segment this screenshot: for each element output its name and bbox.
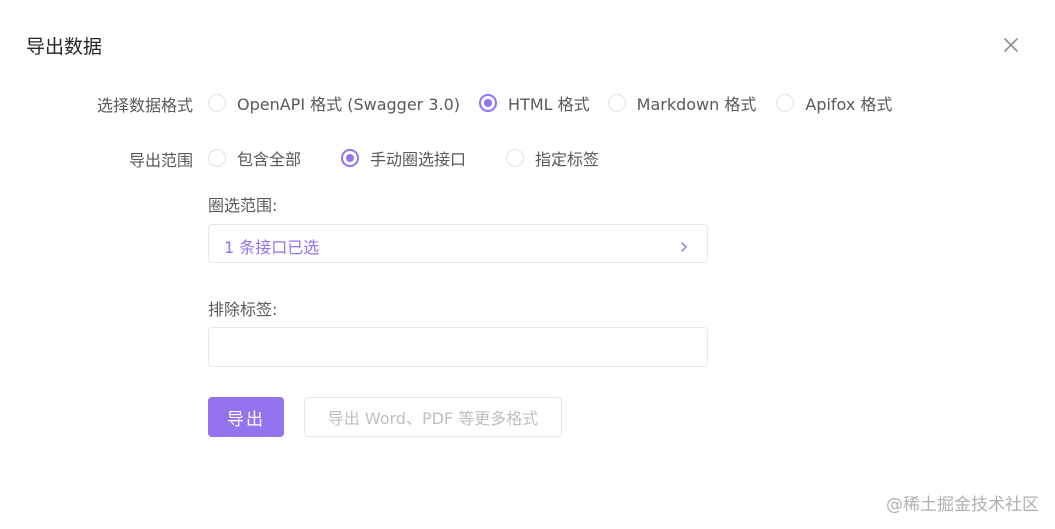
format-option-openapi[interactable]: OpenAPI 格式 (Swagger 3.0)	[208, 91, 460, 115]
format-label: 选择数据格式	[96, 96, 193, 115]
exclude-tags-input[interactable]	[208, 327, 708, 367]
selection-label: 圈选范围:	[208, 196, 278, 215]
selection-value: 1 条接口已选	[224, 238, 320, 257]
format-option-label: OpenAPI 格式 (Swagger 3.0)	[237, 95, 461, 114]
scope-option-label: 手动圈选接口	[370, 150, 467, 169]
export-data-dialog: 导出数据 选择数据格式 OpenAPI 格式 (Swagger 3.0) HTM…	[0, 0, 1055, 529]
dialog-title: 导出数据	[26, 36, 103, 58]
format-option-label: Markdown 格式	[636, 95, 757, 114]
radio-unchecked-icon	[208, 149, 226, 167]
scope-radio-group: 包含全部 手动圈选接口 指定标签	[208, 147, 599, 169]
export-button[interactable]: 导出	[208, 397, 284, 437]
scope-option-tags[interactable]: 指定标签	[506, 146, 599, 170]
watermark-text: @稀土掘金技术社区	[886, 495, 1039, 515]
radio-unchecked-icon	[506, 149, 525, 167]
format-option-label: Apifox 格式	[805, 95, 893, 114]
radio-checked-icon	[341, 149, 360, 167]
exclude-tags-label: 排除标签:	[208, 300, 278, 319]
format-option-apifox[interactable]: Apifox 格式	[776, 91, 892, 115]
radio-unchecked-icon	[607, 94, 626, 112]
format-option-label: HTML 格式	[508, 95, 590, 114]
radio-unchecked-icon	[776, 94, 795, 112]
scope-option-label: 指定标签	[535, 150, 600, 169]
radio-unchecked-icon	[208, 94, 226, 112]
format-option-html[interactable]: HTML 格式	[479, 91, 590, 115]
format-radio-group: OpenAPI 格式 (Swagger 3.0) HTML 格式 Markdow…	[208, 92, 892, 114]
close-icon[interactable]	[1000, 34, 1022, 56]
selection-picker[interactable]: 1 条接口已选	[208, 224, 708, 263]
scope-option-label: 包含全部	[237, 150, 302, 169]
scope-option-all[interactable]: 包含全部	[208, 146, 301, 170]
format-option-markdown[interactable]: Markdown 格式	[607, 91, 757, 115]
radio-checked-icon	[479, 94, 498, 112]
scope-label: 导出范围	[128, 151, 193, 170]
export-more-formats-button[interactable]: 导出 Word、PDF 等更多格式	[304, 397, 562, 437]
chevron-right-icon	[679, 238, 689, 257]
scope-option-manual[interactable]: 手动圈选接口	[341, 146, 466, 170]
